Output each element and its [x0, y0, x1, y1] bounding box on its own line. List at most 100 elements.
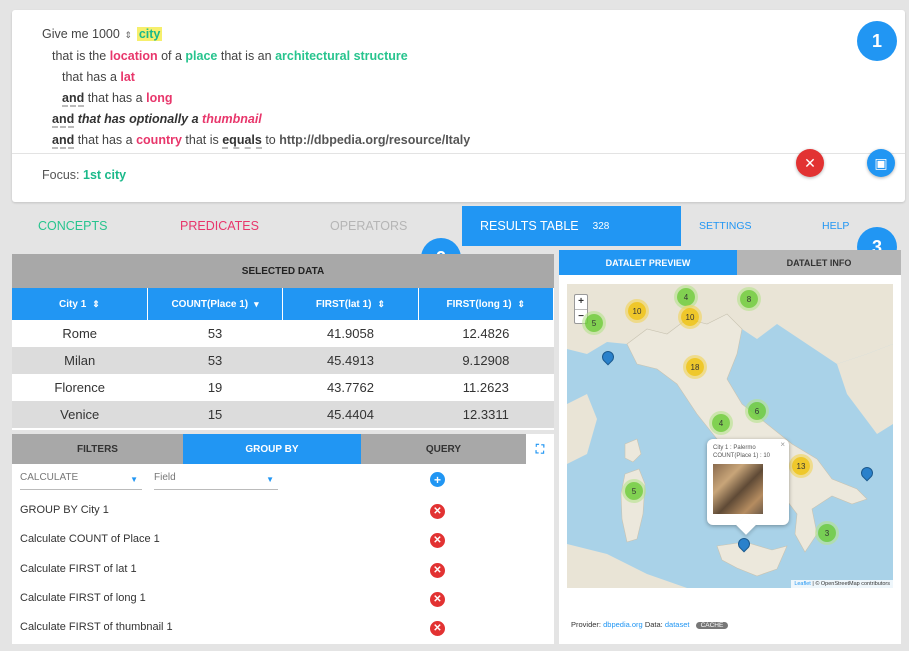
map-cluster-marker[interactable]: 10: [628, 302, 646, 320]
map-cluster-marker[interactable]: 13: [792, 457, 810, 475]
close-icon: ✕: [433, 594, 442, 605]
query-concept[interactable]: place: [185, 49, 217, 63]
popup-close-icon[interactable]: ×: [780, 440, 785, 449]
query-value[interactable]: http://dbpedia.org/resource/Italy: [279, 133, 470, 147]
query-text-segment: that has a: [74, 133, 137, 147]
query-text-segment: that has: [74, 112, 130, 126]
table-row[interactable]: Milan 53 45.4913 9.12908: [12, 347, 554, 374]
provider-link[interactable]: dbpedia.org: [603, 620, 643, 629]
query-operator[interactable]: and: [52, 112, 75, 128]
tab-help[interactable]: HELP: [822, 206, 849, 246]
remove-group-item-button[interactable]: ✕: [430, 621, 445, 636]
thumbnail-image: [713, 464, 763, 514]
map-cluster-marker[interactable]: 10: [681, 308, 699, 326]
close-icon: ✕: [433, 506, 442, 517]
dataset-link[interactable]: dataset: [665, 620, 690, 629]
tab-datalet-preview[interactable]: DATALET PREVIEW: [559, 250, 737, 275]
zoom-in-button[interactable]: +: [575, 295, 587, 309]
query-target-concept[interactable]: city: [136, 27, 163, 41]
callout-badge-1: 1: [857, 21, 897, 61]
tab-concepts[interactable]: CONCEPTS: [38, 206, 107, 246]
cell-lat: 45.4913: [282, 347, 419, 374]
query-text-segment: that has a: [62, 70, 121, 84]
map-cluster-marker[interactable]: 8: [740, 290, 758, 308]
map-cluster-marker[interactable]: 5: [585, 314, 603, 332]
focus-value[interactable]: 1st city: [83, 168, 126, 182]
sort-icon: ⇕: [377, 298, 385, 309]
cell-long: 12.3311: [418, 401, 554, 428]
expand-icon[interactable]: ⛶: [526, 434, 554, 464]
count-spinner-icon[interactable]: ⇕: [123, 25, 133, 46]
column-header-city[interactable]: City 1 ⇕: [12, 288, 148, 320]
map-popup: × City 1 : Palermo COUNT(Place 1) : 10: [707, 439, 789, 535]
remove-group-item-button[interactable]: ✕: [430, 504, 445, 519]
map-cluster-marker[interactable]: 3: [818, 524, 836, 542]
query-predicate[interactable]: country: [136, 133, 182, 147]
save-icon: ▣: [874, 154, 888, 171]
field-select[interactable]: Field ▼: [154, 472, 278, 490]
calculate-select[interactable]: CALCULATE ▼: [20, 472, 142, 490]
query-operator[interactable]: and: [52, 133, 75, 149]
query-text-segment: that has a: [84, 91, 147, 105]
query-operator[interactable]: and: [62, 91, 85, 107]
tab-results-table[interactable]: RESULTS TABLE 328: [462, 206, 681, 246]
map-cluster-marker[interactable]: 4: [677, 288, 695, 306]
map-cluster-marker[interactable]: 4: [712, 414, 730, 432]
group-item: Calculate FIRST of long 1: [20, 592, 146, 604]
remove-group-item-button[interactable]: ✕: [430, 563, 445, 578]
tab-group-by[interactable]: GROUP BY: [183, 434, 361, 464]
table-row[interactable]: Florence 19 43.7762 11.2623: [12, 374, 554, 401]
column-header-long[interactable]: FIRST(long 1) ⇕: [418, 288, 555, 320]
column-header-lat[interactable]: FIRST(lat 1) ⇕: [282, 288, 419, 320]
tab-operators[interactable]: OPERATORS: [330, 206, 407, 246]
map-cluster-marker[interactable]: 5: [625, 482, 643, 500]
delete-query-button[interactable]: ✕: [796, 149, 824, 177]
query-builder-panel: Give me 1000 ⇕ city that is the location…: [12, 10, 905, 202]
column-header-count[interactable]: COUNT(Place 1) ▾: [147, 288, 284, 320]
group-by-panel: FILTERS GROUP BY QUERY ⛶ CALCULATE ▼ Fie…: [12, 434, 554, 644]
table-row[interactable]: Venice 15 45.4404 12.3311: [12, 401, 554, 428]
popup-subtitle: COUNT(Place 1) : 10: [713, 453, 771, 459]
tab-predicates[interactable]: PREDICATES: [180, 206, 259, 246]
tab-query[interactable]: QUERY: [361, 434, 526, 464]
query-concept[interactable]: architectural structure: [275, 49, 408, 63]
query-predicate[interactable]: lat: [120, 70, 135, 84]
selected-data-title: SELECTED DATA: [12, 254, 554, 288]
cell-lat: 45.4404: [282, 401, 419, 428]
query-text-segment: to: [261, 133, 280, 147]
map-view[interactable]: + − 4 8 10 10 5 18 4 6 13 5 3 × City 1 :…: [567, 284, 893, 588]
leaflet-link[interactable]: Leaflet: [794, 581, 811, 587]
query-sentence: Give me 1000 ⇕ city that is the location…: [42, 24, 470, 151]
remove-group-item-button[interactable]: ✕: [430, 533, 445, 548]
table-row[interactable]: Rome 53 41.9058 12.4826: [12, 320, 554, 347]
group-item: Calculate COUNT of Place 1: [20, 533, 160, 545]
query-predicate[interactable]: location: [110, 49, 158, 63]
tab-filters[interactable]: FILTERS: [12, 434, 183, 464]
query-predicate[interactable]: long: [146, 91, 172, 105]
query-operator[interactable]: equals: [222, 133, 262, 149]
tab-settings[interactable]: SETTINGS: [699, 206, 752, 246]
sort-icon: ⇕: [92, 298, 100, 309]
focus-divider: [12, 153, 905, 154]
main-tabbar: CONCEPTS PREDICATES OPERATORS RESULTS TA…: [12, 206, 905, 246]
tab-datalet-info[interactable]: DATALET INFO: [737, 250, 901, 275]
result-count-value[interactable]: 1000: [92, 24, 120, 45]
close-icon: ✕: [433, 565, 442, 576]
cell-city: Venice: [12, 401, 148, 428]
cell-long: 11.2623: [418, 374, 554, 401]
italy-map-shape: [567, 284, 893, 588]
chevron-down-icon: ▼: [266, 475, 274, 484]
query-line-5: and that has a country that is equals to…: [42, 130, 470, 151]
add-aggregate-button[interactable]: +: [430, 472, 445, 487]
cell-city: Milan: [12, 347, 148, 374]
chevron-down-icon: ▼: [130, 475, 138, 484]
group-item: Calculate FIRST of thumbnail 1: [20, 621, 173, 633]
map-cluster-marker[interactable]: 6: [748, 402, 766, 420]
query-line-2: that has a lat: [42, 67, 470, 88]
remove-group-item-button[interactable]: ✕: [430, 592, 445, 607]
map-cluster-marker[interactable]: 18: [686, 358, 704, 376]
map-attribution: Leaflet | © OpenStreetMap contributors: [791, 580, 893, 588]
table-header-row: City 1 ⇕ COUNT(Place 1) ▾ FIRST(lat 1) ⇕ FI…: [12, 288, 555, 320]
save-query-button[interactable]: ▣: [867, 149, 895, 177]
query-predicate[interactable]: thumbnail: [202, 112, 262, 126]
